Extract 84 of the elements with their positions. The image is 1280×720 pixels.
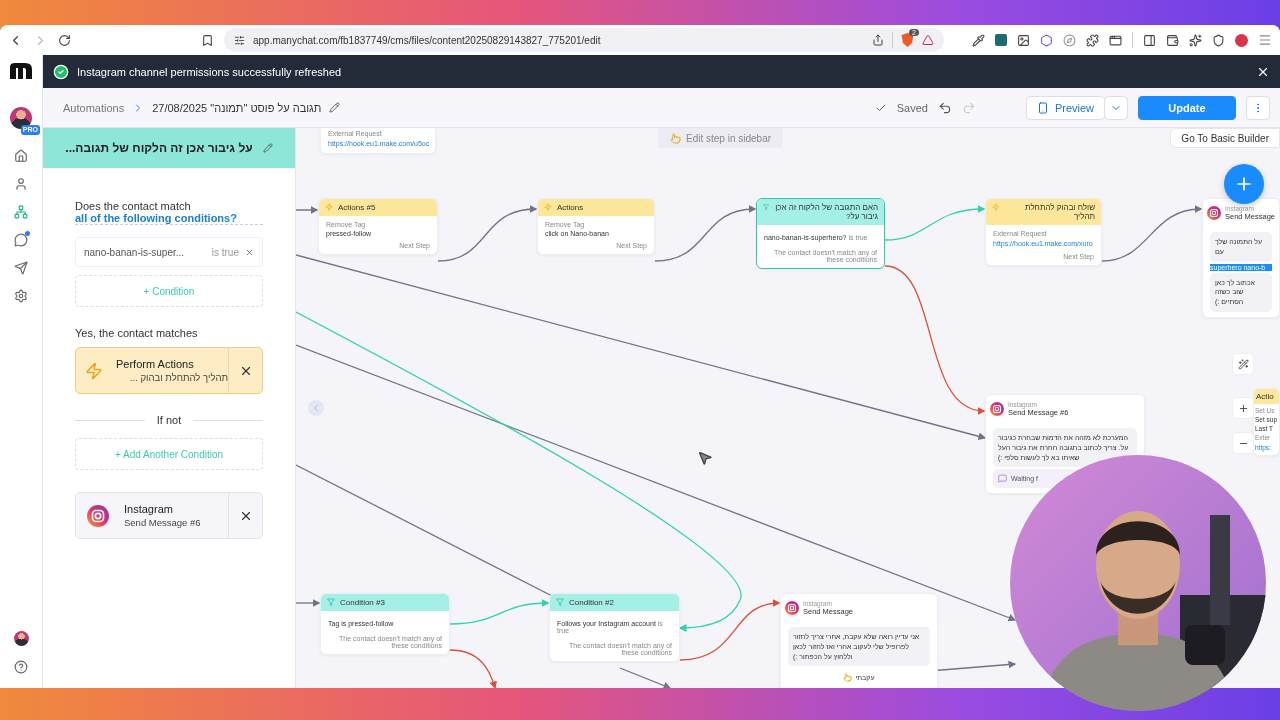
compass-icon[interactable] bbox=[1063, 33, 1076, 47]
match-mode-link[interactable]: all of the following conditions? bbox=[75, 212, 263, 225]
instagram-icon bbox=[87, 504, 109, 527]
reload-icon[interactable] bbox=[58, 33, 71, 47]
condition-row[interactable]: nano-banan-is-super... is true bbox=[75, 237, 263, 267]
wand-icon bbox=[1237, 358, 1249, 370]
bolt-icon bbox=[85, 361, 103, 380]
breadcrumb-link[interactable]: Automations bbox=[63, 101, 125, 114]
bolt-icon bbox=[544, 203, 552, 211]
step-title: Actions bbox=[557, 203, 584, 212]
help-icon[interactable] bbox=[14, 660, 28, 674]
filter-icon bbox=[327, 598, 335, 606]
step-title: האם התגובה של הלקוח זה אכן גיבור על? bbox=[774, 203, 878, 221]
question-text: Does the contact match bbox=[75, 200, 191, 212]
logo-icon[interactable] bbox=[10, 63, 32, 79]
flow-title: תגובה על פוסט "תמונה" 27/08/2025 bbox=[152, 101, 322, 114]
chat-nav-icon[interactable] bbox=[14, 233, 28, 247]
wallet-icon[interactable] bbox=[1166, 33, 1179, 47]
share-icon[interactable] bbox=[872, 34, 884, 46]
magic-button[interactable] bbox=[1232, 353, 1254, 375]
phone-icon bbox=[1036, 101, 1049, 114]
remove-icon[interactable] bbox=[245, 247, 254, 257]
image-icon[interactable] bbox=[1017, 33, 1030, 47]
step-title: שולח ובהוק להתחלת תהליך bbox=[1024, 203, 1095, 221]
step-title: Perform Actions bbox=[116, 358, 195, 370]
account-avatar[interactable] bbox=[13, 631, 29, 646]
save-status: Saved bbox=[896, 101, 928, 114]
edit-icon[interactable] bbox=[262, 143, 273, 153]
contacts-nav-icon[interactable] bbox=[14, 177, 28, 191]
step-subtitle: תהליך להתחלת ובהוק ... bbox=[128, 372, 228, 383]
pointer-icon bbox=[670, 132, 681, 144]
cursor-icon bbox=[697, 450, 713, 466]
step-title: Actions #5 bbox=[338, 203, 376, 212]
panel-title: על גיבור אכן זה הלקוח של תגובה... bbox=[65, 141, 253, 155]
notification-text: Instagram channel permissions successfully refreshed bbox=[77, 65, 342, 78]
section-label: Yes, the contact matches bbox=[75, 327, 199, 339]
step-title: Condition #2 bbox=[569, 598, 614, 607]
hint-text: Edit step in sidebar bbox=[686, 132, 772, 144]
zoom-in-button[interactable] bbox=[1232, 397, 1254, 419]
filter-icon bbox=[556, 598, 564, 606]
chat-icon bbox=[998, 474, 1007, 484]
add-button[interactable] bbox=[1224, 164, 1264, 204]
pipette-icon[interactable] bbox=[972, 33, 985, 47]
condition-field[interactable]: nano-banan-is-super... bbox=[84, 246, 206, 258]
connector-line bbox=[296, 206, 319, 214]
bookmark-icon[interactable] bbox=[201, 33, 214, 47]
instagram-icon bbox=[990, 402, 1004, 416]
extension-icon[interactable] bbox=[995, 34, 1007, 46]
window-icon[interactable] bbox=[1109, 33, 1122, 47]
home-nav-icon[interactable] bbox=[14, 149, 28, 163]
profile-icon[interactable] bbox=[1235, 33, 1248, 47]
undo-icon[interactable] bbox=[937, 100, 952, 115]
puzzle-icon[interactable] bbox=[1086, 33, 1099, 47]
step-subtitle: Send Message #6 bbox=[124, 517, 202, 528]
bolt-icon bbox=[992, 203, 1000, 211]
user-avatar[interactable] bbox=[10, 107, 32, 129]
shield-outline-icon[interactable] bbox=[1212, 33, 1225, 47]
connector-line bbox=[449, 649, 497, 688]
pointer-icon bbox=[843, 673, 853, 683]
instagram-icon bbox=[785, 601, 799, 615]
bolt-icon bbox=[325, 203, 333, 211]
step-title: Condition #3 bbox=[340, 598, 385, 607]
shield-icon[interactable] bbox=[901, 33, 914, 47]
hexagon-icon[interactable] bbox=[1040, 33, 1053, 47]
chevron-icon bbox=[311, 403, 321, 413]
plus-icon bbox=[1237, 402, 1249, 414]
success-icon bbox=[53, 63, 69, 80]
divider-label: If not bbox=[156, 414, 182, 426]
settings-nav-icon[interactable] bbox=[14, 289, 28, 303]
automation-nav-icon[interactable] bbox=[14, 205, 28, 219]
sidebar-icon[interactable] bbox=[1143, 33, 1156, 47]
message-step-card[interactable]: Instagram Send Message #6 bbox=[75, 492, 263, 539]
filter-icon bbox=[763, 203, 770, 211]
broadcast-nav-icon[interactable] bbox=[14, 261, 28, 275]
triangle-icon[interactable] bbox=[922, 34, 934, 46]
connector-line bbox=[619, 667, 672, 688]
step-title: Instagram bbox=[124, 503, 174, 515]
instagram-icon bbox=[1207, 206, 1221, 220]
sparkles-icon[interactable] bbox=[1189, 33, 1202, 47]
basic-builder-button[interactable]: Go To Basic Builder bbox=[1170, 128, 1280, 148]
site-settings-icon[interactable] bbox=[234, 34, 245, 46]
edit-icon[interactable] bbox=[329, 102, 341, 113]
step-title: Actio bbox=[1256, 392, 1274, 401]
preview-button[interactable]: Preview bbox=[1025, 95, 1105, 120]
